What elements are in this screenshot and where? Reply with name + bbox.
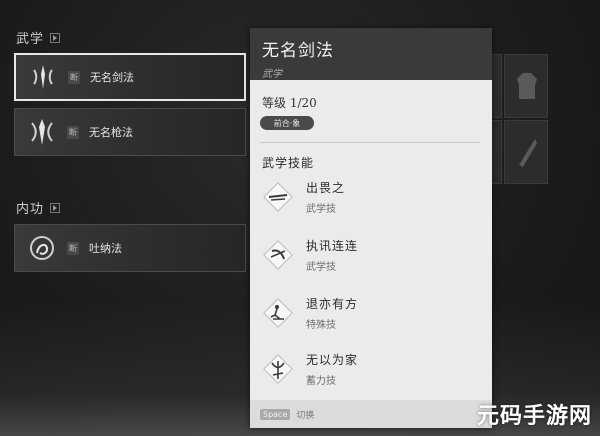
internal-section-header: 内功 bbox=[16, 198, 61, 217]
skill-tag: 断 bbox=[68, 70, 80, 84]
item-slot[interactable] bbox=[504, 54, 548, 118]
skill-label: 无名枪法 bbox=[89, 126, 133, 139]
skill-tag: 断 bbox=[67, 241, 79, 255]
panel-title: 无名剑法 bbox=[262, 41, 334, 61]
item-slot[interactable] bbox=[504, 120, 548, 184]
panel-footer: Space 切换 bbox=[250, 400, 492, 428]
skill-entry-sword[interactable]: 断 无名剑法 bbox=[14, 53, 246, 101]
combo-icon bbox=[260, 237, 296, 273]
ability-name: 出畏之 bbox=[306, 181, 346, 195]
ability-name: 执讯连连 bbox=[306, 239, 359, 253]
ability-name: 无以为家 bbox=[306, 353, 359, 367]
level-indicator: 等级 1/20 bbox=[262, 96, 317, 110]
spear-emblem-icon bbox=[27, 117, 57, 147]
ability-name: 退亦有方 bbox=[306, 297, 359, 311]
slash-icon bbox=[260, 179, 296, 215]
feather-icon bbox=[519, 139, 537, 167]
skill-entry-spear[interactable]: 断 无名枪法 bbox=[14, 108, 246, 156]
ability-type: 特殊技 bbox=[306, 320, 336, 331]
retreat-icon bbox=[260, 295, 296, 331]
expand-icon[interactable] bbox=[50, 32, 61, 43]
space-key-hint[interactable]: Space bbox=[260, 408, 291, 420]
skill-label: 无名剑法 bbox=[90, 71, 134, 84]
internal-section-title: 内功 bbox=[16, 202, 45, 217]
switch-action-label: 切换 bbox=[296, 410, 315, 421]
breathing-emblem-icon bbox=[27, 233, 57, 263]
martial-section-title: 武学 bbox=[16, 32, 45, 47]
skill-detail-panel: 无名剑法 武学 等级 1/20 前合·象 武学技能 出畏之 武学技 执讯连连 武… bbox=[250, 28, 492, 428]
skill-label: 吐纳法 bbox=[89, 242, 122, 255]
ability-type: 蓄力技 bbox=[306, 376, 336, 387]
ability-type: 武学技 bbox=[306, 204, 336, 215]
martial-section-header: 武学 bbox=[16, 28, 61, 47]
stage-badge: 前合·象 bbox=[260, 116, 314, 130]
abilities-heading: 武学技能 bbox=[262, 156, 315, 170]
skill-entry-breathing[interactable]: 断 吐纳法 bbox=[14, 224, 246, 272]
ability-item[interactable]: 退亦有方 特殊技 bbox=[260, 290, 480, 336]
charge-icon bbox=[260, 351, 296, 387]
ability-item[interactable]: 无以为家 蓄力技 bbox=[260, 346, 480, 392]
panel-header: 无名剑法 武学 bbox=[250, 28, 492, 80]
panel-subtitle: 武学 bbox=[262, 69, 282, 80]
ability-item[interactable]: 执讯连连 武学技 bbox=[260, 232, 480, 278]
expand-icon[interactable] bbox=[50, 202, 61, 213]
ability-type: 武学技 bbox=[306, 262, 336, 273]
ability-item[interactable]: 出畏之 武学技 bbox=[260, 174, 480, 220]
skill-tag: 断 bbox=[67, 125, 79, 139]
armor-icon bbox=[517, 73, 537, 99]
sword-emblem-icon bbox=[28, 62, 58, 92]
divider bbox=[260, 142, 480, 143]
watermark: 元码手游网 bbox=[476, 404, 592, 429]
